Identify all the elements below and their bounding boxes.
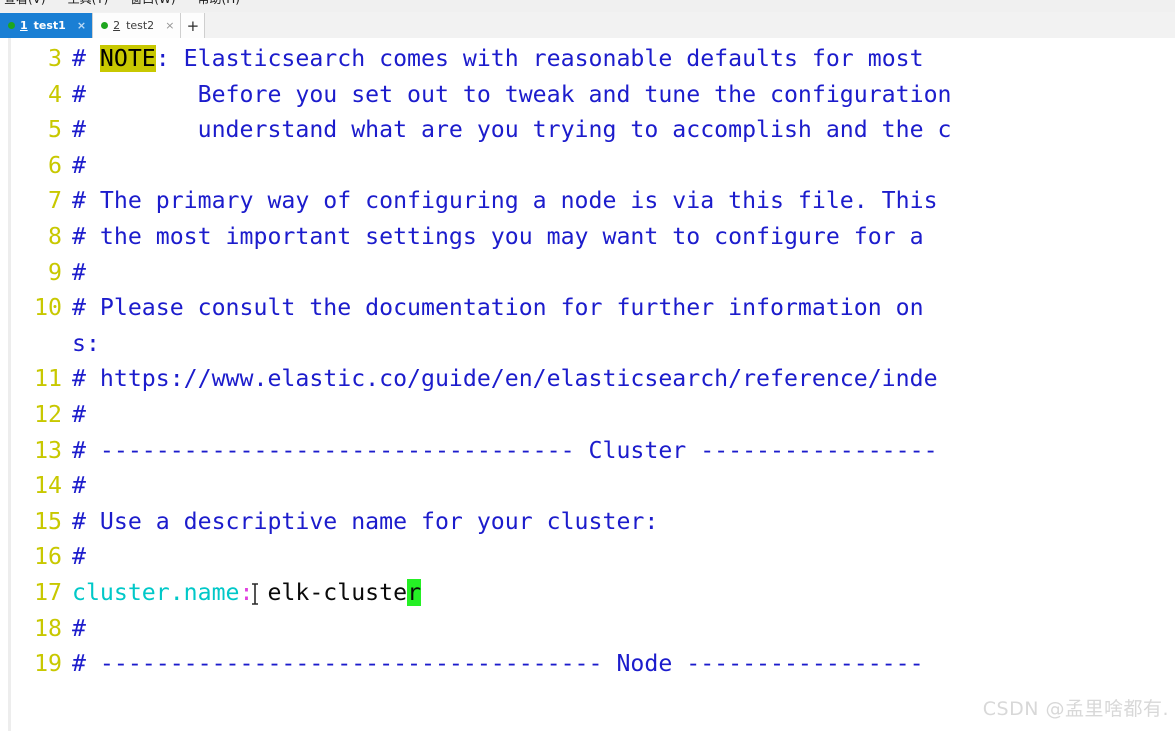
- code-segment: # https://www.elastic.co/guide/en/elasti…: [72, 365, 938, 393]
- line-number: 9: [48, 258, 62, 286]
- tab-test2[interactable]: 2 test2 ×: [93, 13, 182, 38]
- code-line[interactable]: 6 #: [0, 148, 951, 184]
- tab-bar: 1 test1 × 2 test2 × +: [0, 12, 1175, 39]
- code-line[interactable]: 7 # The primary way of configuring a node…: [0, 183, 951, 219]
- code-segment: # understand what are you trying to acco…: [72, 116, 952, 144]
- code-segment: cluster.name: [72, 578, 240, 606]
- code-line[interactable]: 9 #: [0, 255, 951, 291]
- code-content[interactable]: 3 # NOTE: Elasticsearch comes with reason…: [0, 38, 951, 682]
- tab-close-icon[interactable]: ×: [165, 20, 174, 31]
- new-tab-button[interactable]: +: [181, 13, 206, 38]
- code-segment: #: [72, 45, 100, 72]
- code-segment: #: [72, 400, 86, 428]
- line-number: 10: [34, 294, 62, 322]
- code-line[interactable]: 17 cluster.name: elk-cluster: [0, 575, 951, 611]
- code-line[interactable]: 5 # understand what are you trying to acc…: [0, 112, 951, 148]
- line-number: 8: [48, 222, 62, 250]
- code-line[interactable]: 8 # the most important settings you may w…: [0, 219, 951, 255]
- menu-item-0[interactable]: 查看(V): [4, 0, 46, 7]
- code-line[interactable]: 14 #: [0, 468, 951, 504]
- code-segment: elk-cluste: [253, 578, 408, 606]
- code-segment: s:: [72, 329, 100, 357]
- line-number: 7: [48, 187, 62, 215]
- tab-test1[interactable]: 1 test1 ×: [0, 13, 94, 38]
- line-number: 17: [34, 578, 62, 606]
- line-number: 5: [48, 116, 62, 144]
- code-line[interactable]: 11 # https://www.elastic.co/guide/en/elas…: [0, 361, 951, 397]
- tab-number: 1: [20, 19, 28, 32]
- code-segment: r: [407, 578, 422, 606]
- code-segment: # Please consult the documentation for f…: [72, 294, 924, 322]
- code-segment: #: [72, 472, 86, 500]
- code-line[interactable]: 3 # NOTE: Elasticsearch comes with reason…: [0, 41, 951, 77]
- code-segment: #: [72, 543, 86, 571]
- line-number: 6: [48, 151, 62, 179]
- code-segment: NOTE: [99, 45, 156, 72]
- code-line[interactable]: s:: [0, 326, 951, 362]
- terminal-editor-area[interactable]: 3 # NOTE: Elasticsearch comes with reason…: [0, 38, 1175, 731]
- line-number: 11: [34, 365, 62, 393]
- code-line[interactable]: 12 #: [0, 397, 951, 433]
- code-segment: # Use a descriptive name for your cluste…: [72, 507, 659, 535]
- line-number: 4: [48, 80, 62, 108]
- line-number: 18: [34, 614, 62, 642]
- code-segment: # ---------------------------------- Clu…: [72, 436, 938, 464]
- menu-item-1[interactable]: 工具(T): [68, 0, 109, 7]
- code-segment: # The primary way of configuring a node …: [72, 187, 938, 215]
- code-segment: #: [72, 151, 86, 179]
- line-number: 14: [34, 472, 62, 500]
- code-segment: # the most important settings you may wa…: [72, 222, 924, 250]
- code-segment: #: [72, 258, 86, 286]
- tab-status-dot-icon: [8, 22, 15, 29]
- line-number: 13: [34, 436, 62, 464]
- code-segment: # Before you set out to tweak and tune t…: [72, 80, 952, 108]
- code-line[interactable]: 18 #: [0, 611, 951, 647]
- code-segment: #: [72, 614, 86, 642]
- code-line[interactable]: 19 # ------------------------------------…: [0, 646, 951, 682]
- code-line[interactable]: 16 #: [0, 539, 951, 575]
- menu-item-2[interactable]: 窗口(W): [130, 0, 175, 7]
- code-line[interactable]: 10 # Please consult the documentation for…: [0, 290, 951, 326]
- code-segment: : Elasticsearch comes with reasonable de…: [155, 45, 924, 72]
- line-number: 12: [34, 400, 62, 428]
- plus-icon: +: [186, 16, 200, 35]
- code-line[interactable]: 13 # ---------------------------------- C…: [0, 433, 951, 469]
- line-number: 16: [34, 543, 62, 571]
- tab-label: test1: [33, 19, 66, 32]
- tab-bar-filler: [205, 13, 1175, 38]
- code-line[interactable]: 4 # Before you set out to tweak and tune …: [0, 77, 951, 113]
- line-number: 19: [34, 650, 62, 678]
- watermark: CSDN @孟里啥都有.: [982, 698, 1169, 720]
- tab-close-icon[interactable]: ×: [77, 20, 86, 31]
- tab-status-dot-icon: [101, 22, 109, 29]
- tab-label: test2: [126, 19, 155, 32]
- code-segment: # ------------------------------------ N…: [72, 650, 924, 678]
- line-number: 3: [48, 45, 62, 72]
- line-number: 15: [34, 507, 62, 535]
- menu-item-3[interactable]: 帮助(H): [198, 0, 240, 7]
- code-line[interactable]: 15 # Use a descriptive name for your clus…: [0, 504, 951, 540]
- tab-number: 2: [113, 19, 121, 32]
